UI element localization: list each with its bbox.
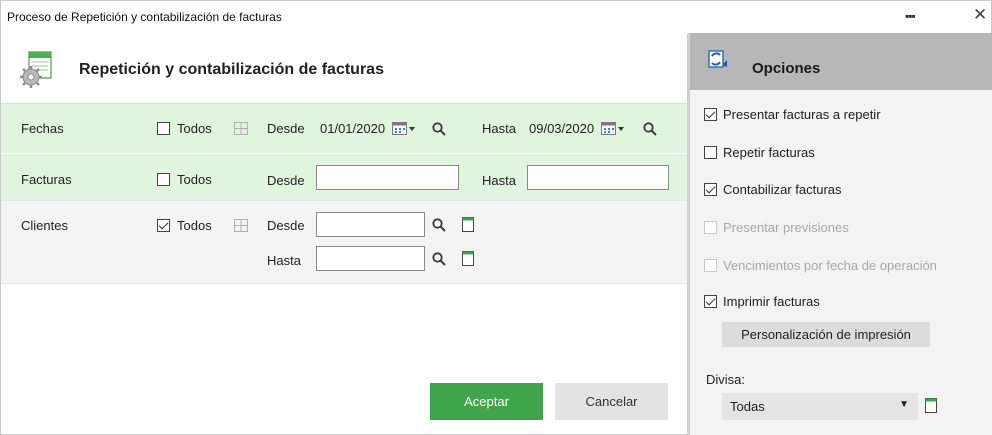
clientes-desde-label: Desde xyxy=(267,218,305,233)
search-icon[interactable] xyxy=(432,218,446,232)
clientes-todos-checkbox[interactable] xyxy=(157,219,170,232)
option-label: Presentar facturas a repetir xyxy=(723,107,881,122)
option-label: Imprimir facturas xyxy=(723,294,820,309)
panel-header: Repetición y contabilización de facturas xyxy=(1,33,687,103)
facturas-label: Facturas xyxy=(21,172,72,187)
fechas-desde-label: Desde xyxy=(267,121,305,136)
window-title: Proceso de Repetición y contabilización … xyxy=(7,10,282,24)
more-options-icon[interactable]: ▪▪▪ xyxy=(905,9,916,23)
clientes-todos-label: Todos xyxy=(177,218,212,233)
option-label: Contabilizar facturas xyxy=(723,182,842,197)
clientes-desde-input[interactable] xyxy=(316,212,425,237)
document-icon[interactable] xyxy=(462,217,474,232)
search-icon[interactable] xyxy=(432,252,446,266)
settings-refresh-icon xyxy=(708,50,727,68)
page-title: Repetición y contabilización de facturas xyxy=(79,61,384,78)
fechas-hasta-label: Hasta xyxy=(482,121,516,136)
divisa-select[interactable]: Todas ▼ xyxy=(722,393,918,420)
grid-icon[interactable] xyxy=(234,122,248,135)
option-label: Vencimientos por fecha de operación xyxy=(723,258,937,273)
close-icon[interactable]: ✕ xyxy=(973,6,987,23)
option-checkbox[interactable] xyxy=(704,259,717,272)
facturas-hasta-input[interactable] xyxy=(527,165,669,190)
chevron-down-icon: ▼ xyxy=(899,399,909,410)
facturas-todos-label: Todos xyxy=(177,172,212,187)
print-customization-button[interactable]: Personalización de impresión xyxy=(722,322,930,347)
option-checkbox[interactable] xyxy=(704,221,717,234)
fechas-todos-label: Todos xyxy=(177,121,212,136)
title-bar: Proceso de Repetición y contabilización … xyxy=(1,1,991,31)
document-icon[interactable] xyxy=(462,251,474,266)
facturas-hasta-label: Hasta xyxy=(482,173,516,188)
option-checkbox[interactable] xyxy=(704,295,717,308)
accept-button[interactable]: Aceptar xyxy=(430,383,543,420)
option-label: Repetir facturas xyxy=(723,145,815,160)
divisa-label: Divisa: xyxy=(706,372,746,387)
document-icon[interactable] xyxy=(925,398,937,413)
fechas-label: Fechas xyxy=(21,121,64,136)
filters-panel: Repetición y contabilización de facturas… xyxy=(1,33,687,435)
gear-icon xyxy=(20,51,52,88)
options-title: Opciones xyxy=(752,60,821,77)
option-checkbox[interactable] xyxy=(704,183,717,196)
options-panel: Opciones Presentar facturas a repetir Re… xyxy=(687,33,992,435)
clientes-label: Clientes xyxy=(21,218,68,233)
facturas-todos-checkbox[interactable] xyxy=(157,173,170,186)
clientes-row: Clientes Todos Desde Hasta xyxy=(1,200,687,284)
calendar-dropdown-icon[interactable] xyxy=(601,122,625,136)
facturas-row: Facturas Todos Desde Hasta xyxy=(1,153,687,200)
search-icon[interactable] xyxy=(432,122,446,136)
clientes-hasta-label: Hasta xyxy=(267,253,301,268)
facturas-desde-input[interactable] xyxy=(316,165,459,190)
option-checkbox[interactable] xyxy=(704,108,717,121)
facturas-desde-label: Desde xyxy=(267,173,305,188)
divisa-value: Todas xyxy=(730,399,765,414)
grid-icon[interactable] xyxy=(234,219,248,232)
fechas-todos-checkbox[interactable] xyxy=(157,122,170,135)
option-label: Presentar previsiones xyxy=(723,220,849,235)
search-icon[interactable] xyxy=(643,122,657,136)
fechas-row: Fechas Todos Desde Hasta xyxy=(1,103,687,153)
options-header: Opciones xyxy=(690,33,992,90)
dialog-window: Proceso de Repetición y contabilización … xyxy=(0,0,992,435)
option-checkbox[interactable] xyxy=(704,146,717,159)
clientes-hasta-input[interactable] xyxy=(316,246,425,271)
calendar-dropdown-icon[interactable] xyxy=(392,122,416,136)
cancel-button[interactable]: Cancelar xyxy=(555,383,668,420)
